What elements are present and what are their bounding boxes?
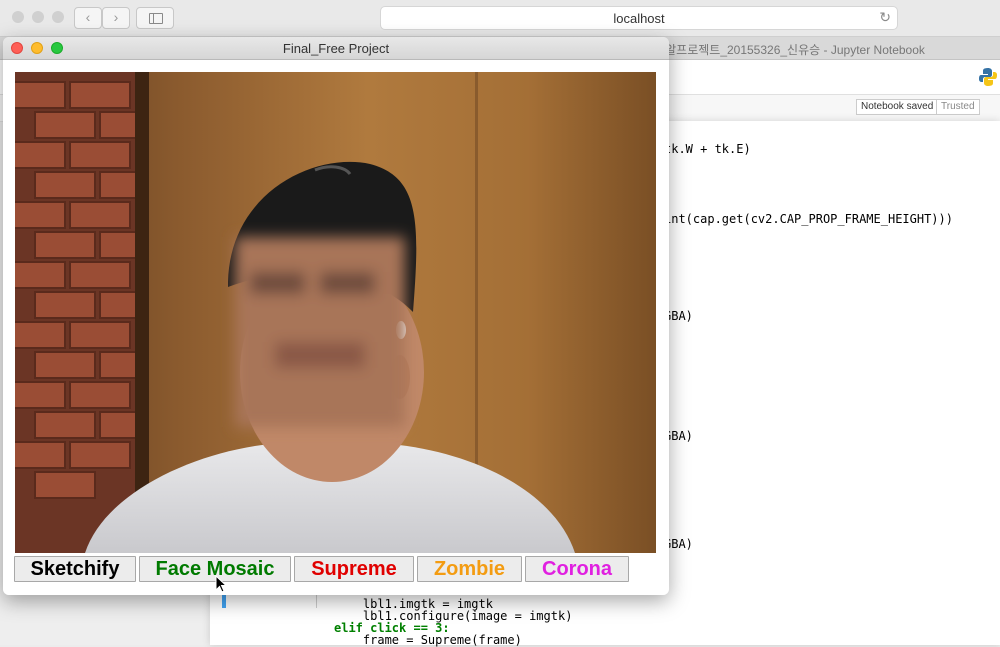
back-button[interactable]: ‹ [74,7,102,29]
mouse-cursor-icon [215,575,227,593]
url-text: localhost [613,11,665,26]
code-line: int(cap.get(cv2.CAP_PROP_FRAME_HEIGHT))) [664,212,953,226]
notebook-saved-indicator: Notebook saved [856,99,939,115]
corona-button[interactable]: Corona [525,556,629,582]
sidebar-icon [149,13,163,24]
supreme-button[interactable]: Supreme [294,556,414,582]
python-logo-icon [979,68,997,86]
minimize-window-icon[interactable] [32,11,44,23]
zoom-window-icon[interactable] [52,11,64,23]
chevron-left-icon: ‹ [85,9,91,25]
sidebar-toggle-button[interactable] [136,7,174,29]
close-window-icon[interactable] [12,11,24,23]
chevron-right-icon: › [113,9,119,25]
window-title: Final_Free Project [282,41,390,56]
sketchify-button[interactable]: Sketchify [14,556,136,582]
window-titlebar[interactable]: Final_Free Project [3,37,669,60]
zombie-button[interactable]: Zombie [417,556,522,582]
reload-icon[interactable]: ↻ [879,9,891,26]
trusted-indicator[interactable]: Trusted [936,99,980,115]
tk-app-window: Final_Free Project Sketchify Face Mosaic… [3,37,669,595]
webcam-feed-image [15,72,656,553]
notebook-tab-title[interactable]: |알프로젝트_20155326_신유승 - Jupyter Notebook [662,41,925,58]
address-bar[interactable]: localhost ↻ [380,6,898,30]
browser-toolbar: ‹ › localhost ↻ [0,0,1000,37]
window-content: Sketchify Face Mosaic Supreme Zombie Cor… [3,60,669,595]
forward-button[interactable]: › [102,7,130,29]
code-line: tk.W + tk.E) [664,142,751,156]
webcam-frame [15,72,656,553]
